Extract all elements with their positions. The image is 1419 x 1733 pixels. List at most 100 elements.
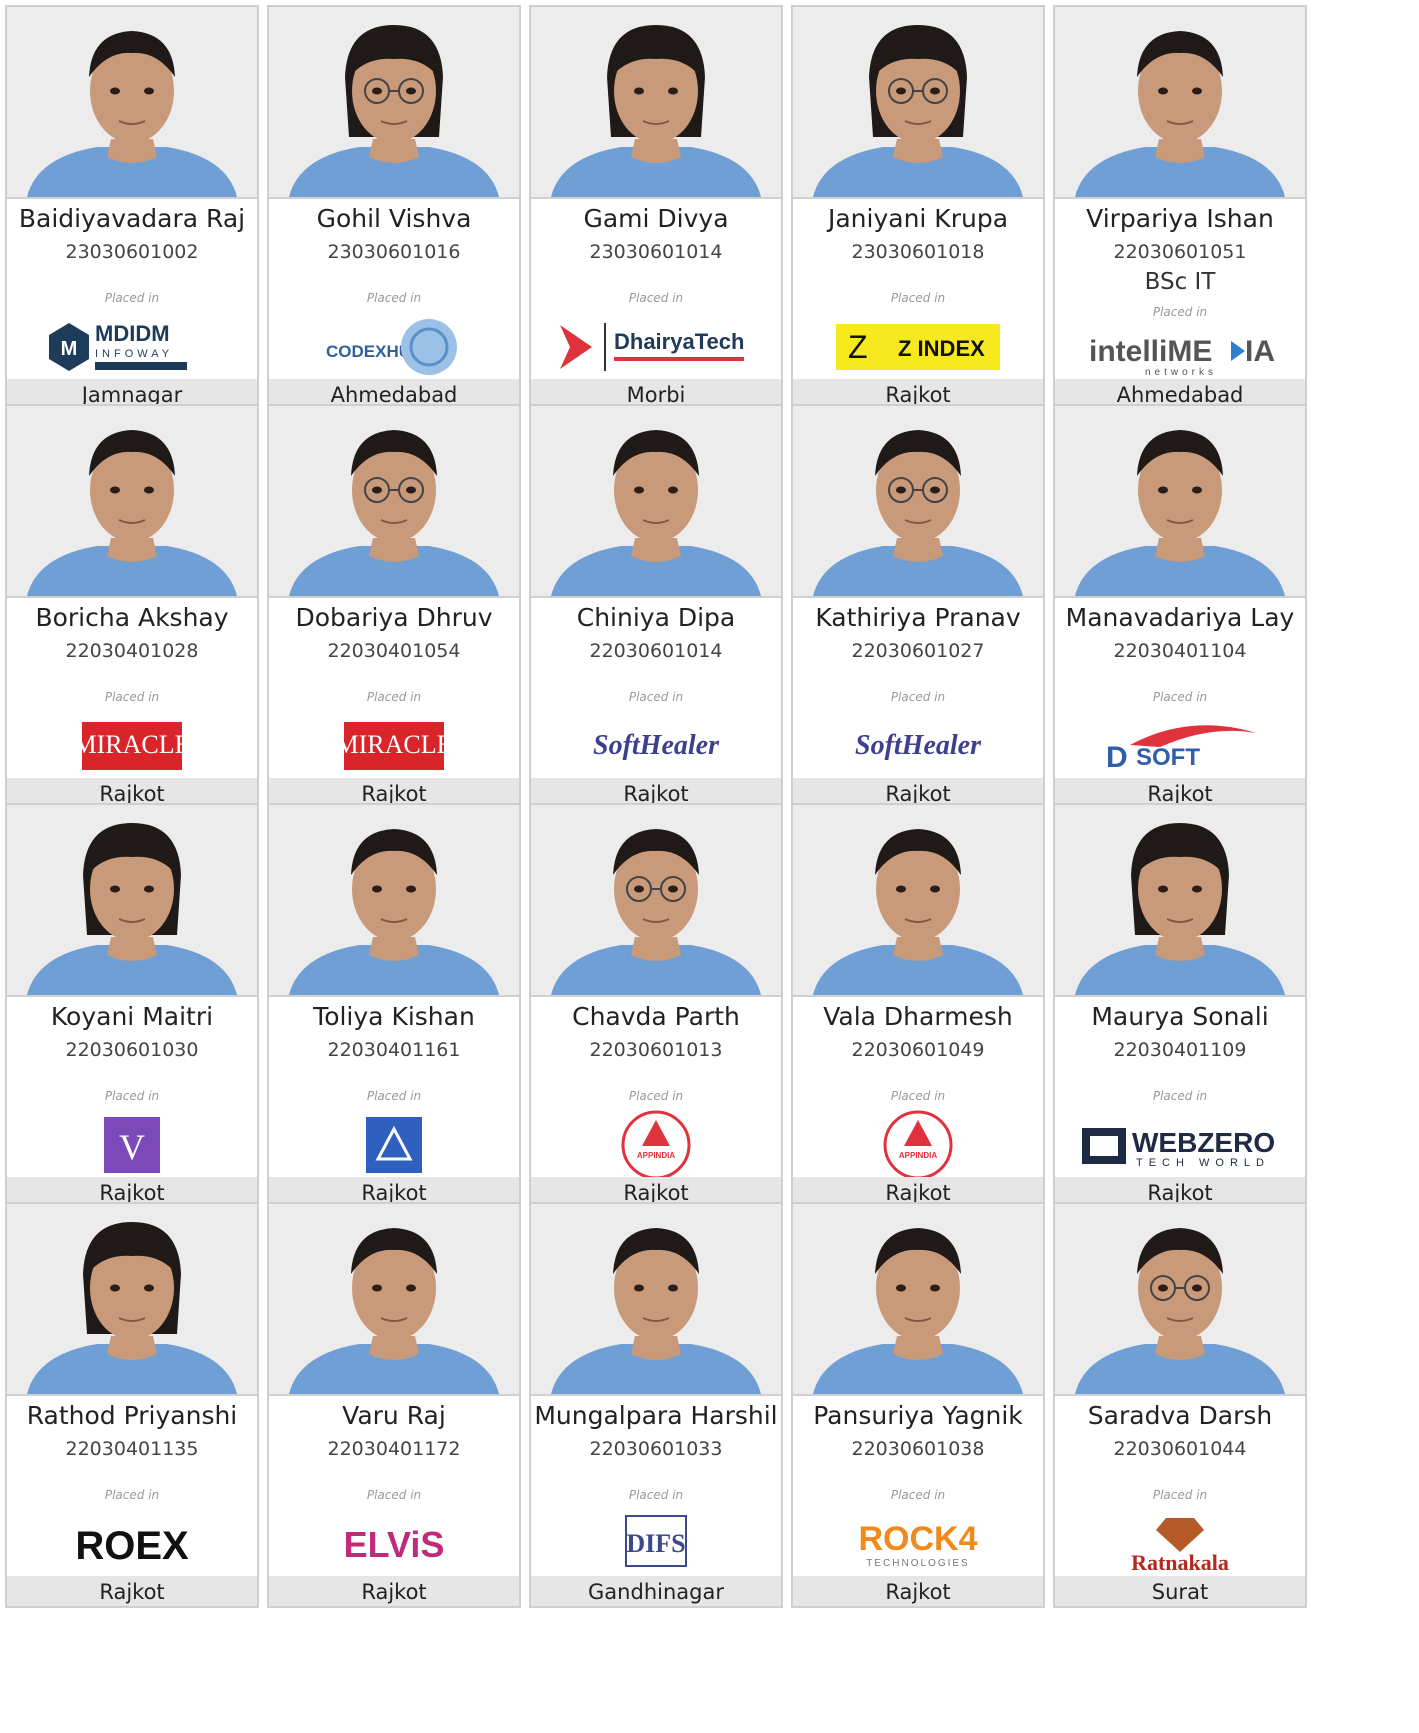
svg-text:APPINDIA: APPINDIA [899,1151,937,1160]
student-photo [531,406,781,598]
student-photo [269,406,519,598]
company-logo: APPINDIA [556,1110,756,1180]
student-card: Manavadariya Lay 22030401104 Placed in D SOF… [1053,404,1307,810]
student-name: Kathiriya Pranav [815,603,1021,632]
svg-text:MDIDM: MDIDM [95,321,170,346]
enrollment-number: 22030601049 [851,1039,985,1061]
enrollment-number: 22030601038 [851,1438,985,1460]
placement-grid: Baidiyavadara Raj 23030601002 Placed in M MD… [0,0,1419,1733]
student-name: Gohil Vishva [316,204,472,233]
placed-in-label: Placed in [628,690,684,704]
svg-text:INFOWAY: INFOWAY [95,348,173,360]
company-logo: V [32,1110,232,1180]
company-logo: ROCK4 TECHNOLOGIES [818,1509,1018,1579]
student-photo [269,1204,519,1396]
placed-in-label: Placed in [1152,305,1208,319]
student-name: Varu Raj [342,1401,446,1430]
student-card: Pansuriya Yagnik 22030601038 Placed in ROCK… [791,1202,1045,1608]
placed-in-label: Placed in [890,1488,946,1502]
student-card: Baidiyavadara Raj 23030601002 Placed in M MD… [5,5,259,411]
student-card: Virpariya Ishan 22030601051 BSc IT Placed i… [1053,5,1307,411]
enrollment-number: 22030601013 [589,1039,723,1061]
student-name: Boricha Akshay [35,603,229,632]
student-name: Pansuriya Yagnik [813,1401,1023,1430]
enrollment-number: 23030601014 [589,241,723,263]
company-logo: M MDIDM INFOWAY [32,312,232,382]
placed-in-label: Placed in [890,690,946,704]
student-card: Koyani Maitri 22030601030 Placed in V Rajkot [5,803,259,1209]
student-card: Dobariya Dhruv 22030401054 Placed in MIRACL… [267,404,521,810]
student-photo [1055,406,1305,598]
placed-in-label: Placed in [890,291,946,305]
placed-in-label: Placed in [366,1488,422,1502]
enrollment-number: 23030601018 [851,241,985,263]
company-logo: D SOFT [1080,711,1280,781]
student-photo [269,805,519,997]
placed-in-label: Placed in [104,291,160,305]
company-logo: DIFS [556,1509,756,1579]
student-card: Maurya Sonali 22030401109 Placed in WEBZERO… [1053,803,1307,1209]
student-photo [1055,7,1305,199]
placed-in-label: Placed in [366,291,422,305]
svg-text:M: M [61,338,78,360]
enrollment-number: 22030601030 [65,1039,199,1061]
student-photo [793,1204,1043,1396]
placed-in-label: Placed in [1152,1488,1208,1502]
student-name: Rathod Priyanshi [26,1401,238,1430]
company-logo [294,1110,494,1180]
student-name: Saradva Darsh [1087,1401,1273,1430]
svg-text:SoftHealer: SoftHealer [593,730,720,761]
placed-in-label: Placed in [104,1089,160,1103]
student-card: Janiyani Krupa 23030601018 Placed in Z Z IND… [791,5,1045,411]
placement-city: Surat [1055,1576,1305,1606]
student-photo [7,7,257,199]
svg-text:DhairyaTech: DhairyaTech [614,329,744,354]
student-name: Mungalpara Harshil [534,1401,778,1430]
student-card: Boricha Akshay 22030401028 Placed in MIRACL… [5,404,259,810]
enrollment-number: 22030601033 [589,1438,723,1460]
enrollment-number: 22030401109 [1113,1039,1247,1061]
enrollment-number: 22030601044 [1113,1438,1247,1460]
svg-text:IA: IA [1245,335,1275,368]
student-name: Chiniya Dipa [576,603,736,632]
course-label: BSc IT [1144,269,1216,295]
company-logo: CODEXHUB [294,312,494,382]
svg-text:V: V [119,1127,145,1167]
svg-text:MIRACLE: MIRACLE [82,730,182,759]
company-logo: Ratnakala [1080,1509,1280,1579]
svg-text:ROCK4: ROCK4 [858,1520,977,1558]
enrollment-number: 22030401135 [65,1438,199,1460]
svg-text:intelliME: intelliME [1089,335,1212,368]
placed-in-label: Placed in [628,291,684,305]
student-photo [1055,1204,1305,1396]
company-logo: ELViS [294,1509,494,1579]
placed-in-label: Placed in [1152,690,1208,704]
student-photo [793,805,1043,997]
svg-text:Ratnakala: Ratnakala [1131,1550,1229,1575]
company-logo: APPINDIA [818,1110,1018,1180]
placed-in-label: Placed in [1152,1089,1208,1103]
student-photo [7,406,257,598]
student-photo [793,406,1043,598]
student-photo [793,7,1043,199]
student-photo [7,805,257,997]
student-name: Gami Divya [583,204,729,233]
placement-city: Rajkot [269,1576,519,1606]
company-logo: SoftHealer [556,711,756,781]
placed-in-label: Placed in [104,690,160,704]
placement-city: Rajkot [7,1576,257,1606]
placed-in-label: Placed in [628,1089,684,1103]
student-name: Chavda Parth [572,1002,740,1031]
placement-city: Rajkot [793,1576,1043,1606]
enrollment-number: 22030601014 [589,640,723,662]
enrollment-number: 22030601051 [1113,241,1247,263]
student-photo [7,1204,257,1396]
company-logo: WEBZERO TECH WORLD [1080,1110,1280,1180]
student-card: Gami Divya 23030601014 Placed in DhairyaTec… [529,5,783,411]
student-photo [1055,805,1305,997]
svg-text:Z INDEX: Z INDEX [898,336,985,361]
svg-text:WEBZERO: WEBZERO [1132,1127,1275,1158]
company-logo: MIRACLE [32,711,232,781]
student-name: Janiyani Krupa [827,204,1009,233]
enrollment-number: 23030601016 [327,241,461,263]
